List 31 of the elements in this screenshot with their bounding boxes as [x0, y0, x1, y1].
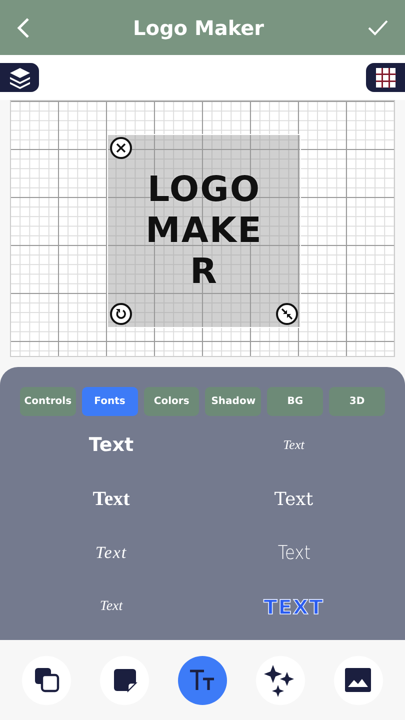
logo-text: MAKE [146, 210, 262, 252]
font-sample[interactable]: Text [88, 434, 134, 456]
sticker-icon [112, 667, 138, 693]
image-icon [344, 667, 372, 693]
panel-tab[interactable]: Fonts [82, 387, 138, 416]
grid-icon [376, 68, 396, 88]
page-title: Logo Maker [132, 16, 264, 40]
logo-text: R [190, 252, 218, 292]
close-handle[interactable] [110, 137, 132, 159]
logo-text: LOGO [147, 170, 261, 210]
confirm-button[interactable] [367, 18, 389, 36]
back-button[interactable] [16, 16, 30, 38]
font-sample[interactable]: Text [277, 542, 310, 564]
font-sample[interactable]: Text [92, 488, 130, 510]
rotate-handle[interactable] [110, 303, 132, 325]
font-sample[interactable]: Text [95, 543, 128, 563]
layers-button[interactable] [0, 63, 39, 92]
layers-icon [8, 66, 30, 88]
panel-tab[interactable]: Shadow [205, 387, 262, 416]
panel-tab[interactable]: 3D [329, 387, 385, 416]
font-sample[interactable]: Text [100, 599, 123, 615]
resize-handle[interactable] [276, 303, 298, 325]
grid-button[interactable] [366, 63, 405, 92]
text-size-icon [189, 669, 216, 691]
font-sample[interactable]: Text [283, 437, 304, 453]
logo-selection[interactable]: LOGO MAKE R [107, 134, 301, 328]
panel-tab[interactable]: Colors [144, 387, 200, 416]
panel-tab[interactable]: Controls [20, 387, 76, 416]
copy-icon [32, 666, 61, 694]
font-sample[interactable]: Text [274, 488, 314, 510]
panel-tab[interactable]: BG [267, 387, 324, 416]
